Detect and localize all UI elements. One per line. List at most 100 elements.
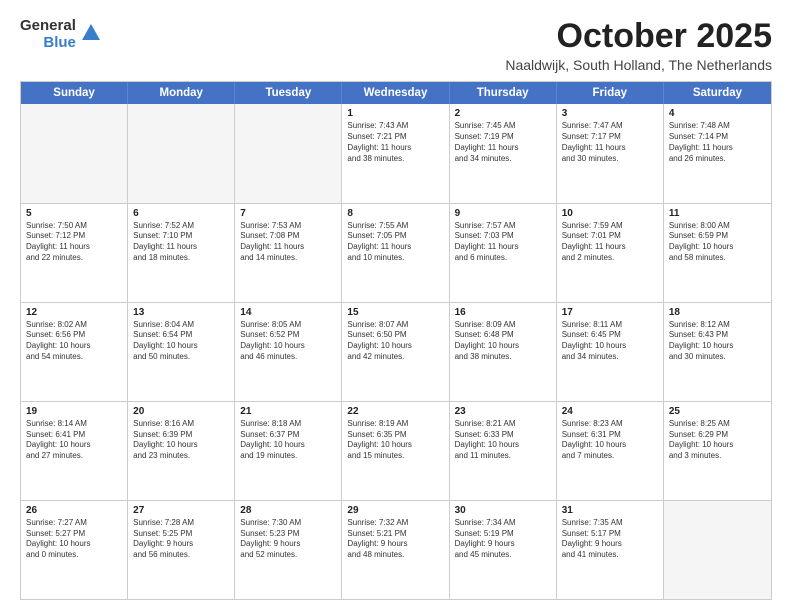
cell-text: Sunrise: 8:12 AMSunset: 6:43 PMDaylight:… bbox=[669, 320, 766, 363]
cell-text: Sunrise: 8:02 AMSunset: 6:56 PMDaylight:… bbox=[26, 320, 122, 363]
cell-text: Sunrise: 8:25 AMSunset: 6:29 PMDaylight:… bbox=[669, 419, 766, 462]
cell-text: Sunrise: 7:55 AMSunset: 7:05 PMDaylight:… bbox=[347, 221, 443, 264]
calendar-cell: 10Sunrise: 7:59 AMSunset: 7:01 PMDayligh… bbox=[557, 204, 664, 302]
day-number: 28 bbox=[240, 505, 336, 516]
day-number: 6 bbox=[133, 208, 229, 219]
weekday-header-saturday: Saturday bbox=[664, 82, 771, 104]
calendar-cell: 6 Sunrise: 7:52 AMSunset: 7:10 PMDaylight… bbox=[128, 204, 235, 302]
day-number: 19 bbox=[26, 406, 122, 417]
calendar-cell: 18 Sunrise: 8:12 AMSunset: 6:43 PMDayligh… bbox=[664, 303, 771, 401]
calendar-cell: 25Sunrise: 8:25 AMSunset: 6:29 PMDayligh… bbox=[664, 402, 771, 500]
weekday-header-friday: Friday bbox=[557, 82, 664, 104]
calendar-cell: 26Sunrise: 7:27 AMSunset: 5:27 PMDayligh… bbox=[21, 501, 128, 599]
calendar-cell: 9 Sunrise: 7:57 AMSunset: 7:03 PMDaylight… bbox=[450, 204, 557, 302]
calendar-cell: 23Sunrise: 8:21 AMSunset: 6:33 PMDayligh… bbox=[450, 402, 557, 500]
title-block: October 2025 Naaldwijk, South Holland, T… bbox=[505, 18, 772, 73]
day-number: 5 bbox=[26, 208, 122, 219]
calendar-cell bbox=[128, 104, 235, 202]
cell-text: Sunrise: 7:45 AMSunset: 7:19 PMDaylight:… bbox=[455, 121, 551, 164]
day-number: 12 bbox=[26, 307, 122, 318]
calendar-cell bbox=[235, 104, 342, 202]
weekday-header-tuesday: Tuesday bbox=[235, 82, 342, 104]
calendar-cell: 21 Sunrise: 8:18 AMSunset: 6:37 PMDayligh… bbox=[235, 402, 342, 500]
cell-text: Sunrise: 8:05 AMSunset: 6:52 PMDaylight:… bbox=[240, 320, 336, 363]
cell-text: Sunrise: 7:57 AMSunset: 7:03 PMDaylight:… bbox=[455, 221, 551, 264]
calendar-cell: 31 Sunrise: 7:35 AMSunset: 5:17 PMDayligh… bbox=[557, 501, 664, 599]
calendar-cell: 15 Sunrise: 8:07 AMSunset: 6:50 PMDayligh… bbox=[342, 303, 449, 401]
calendar-cell: 16Sunrise: 8:09 AMSunset: 6:48 PMDayligh… bbox=[450, 303, 557, 401]
calendar-cell: 14 Sunrise: 8:05 AMSunset: 6:52 PMDayligh… bbox=[235, 303, 342, 401]
cell-text: Sunrise: 7:34 AMSunset: 5:19 PMDaylight:… bbox=[455, 518, 551, 561]
calendar-cell: 22Sunrise: 8:19 AMSunset: 6:35 PMDayligh… bbox=[342, 402, 449, 500]
cell-text: Sunrise: 7:48 AMSunset: 7:14 PMDaylight:… bbox=[669, 121, 766, 164]
day-number: 2 bbox=[455, 108, 551, 119]
cell-text: Sunrise: 8:00 AMSunset: 6:59 PMDaylight:… bbox=[669, 221, 766, 264]
day-number: 22 bbox=[347, 406, 443, 417]
cell-text: Sunrise: 7:35 AMSunset: 5:17 PMDaylight:… bbox=[562, 518, 658, 561]
calendar-cell bbox=[664, 501, 771, 599]
calendar-cell: 7 Sunrise: 7:53 AMSunset: 7:08 PMDaylight… bbox=[235, 204, 342, 302]
cell-text: Sunrise: 7:50 AMSunset: 7:12 PMDaylight:… bbox=[26, 221, 122, 264]
day-number: 20 bbox=[133, 406, 229, 417]
day-number: 3 bbox=[562, 108, 658, 119]
logo-general: General bbox=[20, 18, 76, 35]
calendar-row-4: 26Sunrise: 7:27 AMSunset: 5:27 PMDayligh… bbox=[21, 500, 771, 599]
calendar-cell: 3 Sunrise: 7:47 AMSunset: 7:17 PMDaylight… bbox=[557, 104, 664, 202]
calendar-cell: 4 Sunrise: 7:48 AMSunset: 7:14 PMDaylight… bbox=[664, 104, 771, 202]
cell-text: Sunrise: 7:32 AMSunset: 5:21 PMDaylight:… bbox=[347, 518, 443, 561]
cell-text: Sunrise: 7:52 AMSunset: 7:10 PMDaylight:… bbox=[133, 221, 229, 264]
day-number: 17 bbox=[562, 307, 658, 318]
calendar-cell: 5 Sunrise: 7:50 AMSunset: 7:12 PMDaylight… bbox=[21, 204, 128, 302]
cell-text: Sunrise: 7:59 AMSunset: 7:01 PMDaylight:… bbox=[562, 221, 658, 264]
calendar-cell: 17 Sunrise: 8:11 AMSunset: 6:45 PMDayligh… bbox=[557, 303, 664, 401]
cell-text: Sunrise: 8:04 AMSunset: 6:54 PMDaylight:… bbox=[133, 320, 229, 363]
header: General Blue October 2025 Naaldwijk, Sou… bbox=[20, 18, 772, 73]
day-number: 21 bbox=[240, 406, 336, 417]
day-number: 26 bbox=[26, 505, 122, 516]
day-number: 30 bbox=[455, 505, 551, 516]
calendar-cell: 1 Sunrise: 7:43 AMSunset: 7:21 PMDaylight… bbox=[342, 104, 449, 202]
cell-text: Sunrise: 7:43 AMSunset: 7:21 PMDaylight:… bbox=[347, 121, 443, 164]
day-number: 15 bbox=[347, 307, 443, 318]
calendar-row-2: 12 Sunrise: 8:02 AMSunset: 6:56 PMDayligh… bbox=[21, 302, 771, 401]
weekday-header-sunday: Sunday bbox=[21, 82, 128, 104]
month-title: October 2025 bbox=[505, 18, 772, 55]
day-number: 8 bbox=[347, 208, 443, 219]
cell-text: Sunrise: 8:07 AMSunset: 6:50 PMDaylight:… bbox=[347, 320, 443, 363]
logo-blue: Blue bbox=[43, 35, 76, 52]
calendar-cell: 30 Sunrise: 7:34 AMSunset: 5:19 PMDayligh… bbox=[450, 501, 557, 599]
calendar-cell: 20 Sunrise: 8:16 AMSunset: 6:39 PMDayligh… bbox=[128, 402, 235, 500]
calendar-cell: 11Sunrise: 8:00 AMSunset: 6:59 PMDayligh… bbox=[664, 204, 771, 302]
calendar-row-0: 1 Sunrise: 7:43 AMSunset: 7:21 PMDaylight… bbox=[21, 104, 771, 202]
calendar-cell: 29Sunrise: 7:32 AMSunset: 5:21 PMDayligh… bbox=[342, 501, 449, 599]
calendar-cell: 19 Sunrise: 8:14 AMSunset: 6:41 PMDayligh… bbox=[21, 402, 128, 500]
weekday-header-monday: Monday bbox=[128, 82, 235, 104]
cell-text: Sunrise: 8:09 AMSunset: 6:48 PMDaylight:… bbox=[455, 320, 551, 363]
day-number: 14 bbox=[240, 307, 336, 318]
day-number: 13 bbox=[133, 307, 229, 318]
day-number: 27 bbox=[133, 505, 229, 516]
calendar-cell: 28 Sunrise: 7:30 AMSunset: 5:23 PMDayligh… bbox=[235, 501, 342, 599]
cell-text: Sunrise: 8:14 AMSunset: 6:41 PMDaylight:… bbox=[26, 419, 122, 462]
day-number: 24 bbox=[562, 406, 658, 417]
calendar-cell: 8 Sunrise: 7:55 AMSunset: 7:05 PMDaylight… bbox=[342, 204, 449, 302]
calendar-row-1: 5 Sunrise: 7:50 AMSunset: 7:12 PMDaylight… bbox=[21, 203, 771, 302]
calendar-cell: 12 Sunrise: 8:02 AMSunset: 6:56 PMDayligh… bbox=[21, 303, 128, 401]
cell-text: Sunrise: 8:16 AMSunset: 6:39 PMDaylight:… bbox=[133, 419, 229, 462]
cell-text: Sunrise: 7:30 AMSunset: 5:23 PMDaylight:… bbox=[240, 518, 336, 561]
day-number: 1 bbox=[347, 108, 443, 119]
logo-icon bbox=[80, 22, 102, 49]
day-number: 4 bbox=[669, 108, 766, 119]
cell-text: Sunrise: 8:18 AMSunset: 6:37 PMDaylight:… bbox=[240, 419, 336, 462]
day-number: 7 bbox=[240, 208, 336, 219]
cell-text: Sunrise: 8:11 AMSunset: 6:45 PMDaylight:… bbox=[562, 320, 658, 363]
day-number: 9 bbox=[455, 208, 551, 219]
day-number: 31 bbox=[562, 505, 658, 516]
cell-text: Sunrise: 7:53 AMSunset: 7:08 PMDaylight:… bbox=[240, 221, 336, 264]
calendar: SundayMondayTuesdayWednesdayThursdayFrid… bbox=[20, 81, 772, 600]
calendar-body: 1 Sunrise: 7:43 AMSunset: 7:21 PMDaylight… bbox=[21, 104, 771, 599]
calendar-cell: 13 Sunrise: 8:04 AMSunset: 6:54 PMDayligh… bbox=[128, 303, 235, 401]
day-number: 18 bbox=[669, 307, 766, 318]
cell-text: Sunrise: 7:47 AMSunset: 7:17 PMDaylight:… bbox=[562, 121, 658, 164]
cell-text: Sunrise: 7:28 AMSunset: 5:25 PMDaylight:… bbox=[133, 518, 229, 561]
